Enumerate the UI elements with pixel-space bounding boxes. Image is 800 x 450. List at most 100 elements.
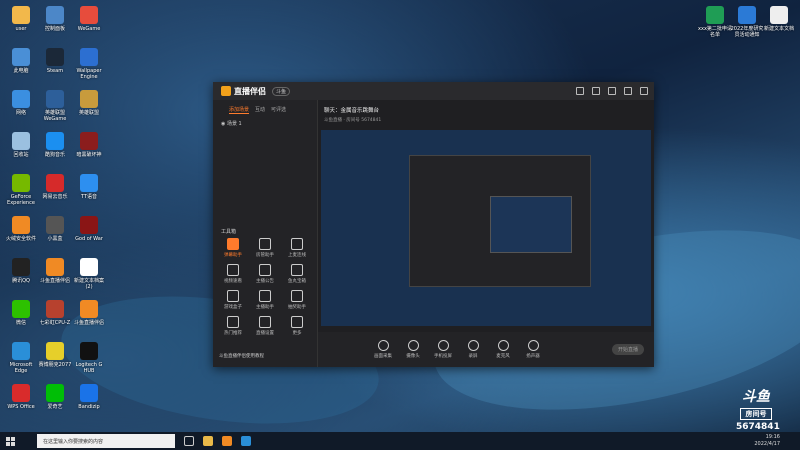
tool-icon bbox=[259, 238, 271, 250]
tutorial-link[interactable]: 斗鱼直播伴侣使用教程 bbox=[219, 353, 264, 359]
app-icon bbox=[80, 48, 98, 66]
desktop-icon[interactable]: Bandizip bbox=[72, 384, 106, 410]
desktop-icon[interactable]: 爱奇艺 bbox=[38, 384, 72, 410]
source-button[interactable]: 摄像头 bbox=[398, 340, 428, 359]
desktop-icon[interactable]: 英雄联盟WeGame bbox=[38, 90, 72, 122]
desktop-icon-label: 爱奇艺 bbox=[47, 404, 63, 410]
source-label: 摄像头 bbox=[406, 354, 420, 359]
desktop-icon[interactable]: WPS Office bbox=[4, 384, 38, 410]
tool-label: 抽奖助手 bbox=[288, 305, 306, 310]
close-icon[interactable] bbox=[640, 87, 648, 95]
desktop-icon-label: 英雄联盟WeGame bbox=[43, 110, 67, 122]
eye-icon[interactable]: ◉ bbox=[221, 121, 225, 127]
desktop-icon[interactable]: Logitech G HUB bbox=[72, 342, 106, 374]
desktop-icon[interactable]: 网络 bbox=[4, 90, 38, 116]
desktop-icon[interactable]: 此电脑 bbox=[4, 48, 38, 74]
desktop-icon[interactable]: 斗鱼直播伴侣 bbox=[72, 300, 106, 326]
desktop-file-icon[interactable]: 新建文本文档 bbox=[762, 6, 796, 32]
tool-icon bbox=[227, 238, 239, 250]
desktop-icon[interactable]: user bbox=[4, 6, 38, 32]
app-taskbar-icon[interactable] bbox=[241, 436, 251, 446]
desktop-icon[interactable]: 控制面板 bbox=[38, 6, 72, 32]
title-bar[interactable]: 直播伴侣 斗鱼 bbox=[213, 82, 654, 100]
desktop-icon[interactable]: WeGame bbox=[72, 6, 106, 32]
desktop-icon[interactable]: 斗鱼直播伴侣 bbox=[38, 258, 72, 284]
desktop-icon[interactable]: 七彩虹CPU-Z bbox=[38, 300, 72, 326]
desktop-icon[interactable]: 新建文本档案(2) bbox=[72, 258, 106, 290]
settings-icon[interactable] bbox=[576, 87, 584, 95]
desktop-icon-label: 火绒安全软件 bbox=[5, 236, 36, 242]
desktop-file-icon[interactable]: 2022年度研究员活动通知 bbox=[730, 6, 764, 38]
tool-label: 直播设置 bbox=[256, 331, 274, 336]
stream-preview[interactable] bbox=[321, 130, 651, 326]
desktop-icon[interactable]: Steam bbox=[38, 48, 72, 74]
skin-icon[interactable] bbox=[592, 87, 600, 95]
live-companion-taskbar-icon[interactable] bbox=[222, 436, 232, 446]
desktop-icon[interactable]: 赛博朋克2077 bbox=[38, 342, 72, 368]
tab-scenes[interactable]: 添加场景 bbox=[229, 106, 250, 114]
tool-item[interactable]: 直播设置 bbox=[249, 316, 281, 336]
tool-item[interactable]: 上麦连线 bbox=[281, 238, 313, 258]
room-title[interactable]: 聊天：金属音乐跳舞台 bbox=[324, 106, 379, 114]
desktop-icon[interactable]: 英雄联盟 bbox=[72, 90, 106, 116]
file-explorer-icon[interactable] bbox=[203, 436, 213, 446]
live-companion-window[interactable]: 直播伴侣 斗鱼 添加场景 互动 可评选 ◉ 场景 1 工具箱 弹幕助手 房管助手 上… bbox=[213, 82, 654, 367]
tool-item[interactable]: 主播公告 bbox=[249, 264, 281, 284]
app-icon bbox=[12, 258, 30, 276]
tool-item[interactable]: 弹幕助手 bbox=[217, 238, 249, 258]
desktop-icon-label: TT语音 bbox=[80, 194, 98, 200]
app-icon bbox=[12, 6, 30, 24]
tool-label: 更多 bbox=[292, 331, 302, 336]
source-button[interactable]: 扬声器 bbox=[518, 340, 548, 359]
source-button[interactable]: 画面采集 bbox=[368, 340, 398, 359]
tool-label: 视频速看 bbox=[224, 279, 242, 284]
scene-item[interactable]: ◉ 场景 1 bbox=[213, 114, 317, 127]
desktop-icon[interactable]: Wallpaper Engine bbox=[72, 48, 106, 80]
source-label: 扬声器 bbox=[526, 354, 540, 359]
system-clock[interactable]: 19:16 2022/4/17 bbox=[754, 434, 780, 448]
tool-item[interactable]: 抽奖助手 bbox=[281, 290, 313, 310]
desktop-icon[interactable]: 火绒安全软件 bbox=[4, 216, 38, 242]
tool-item[interactable]: 主播助手 bbox=[249, 290, 281, 310]
tab-vote[interactable]: 可评选 bbox=[271, 106, 286, 114]
app-icon bbox=[46, 216, 64, 234]
desktop-icon[interactable]: Microsoft Edge bbox=[4, 342, 38, 374]
desktop-icon[interactable]: God of War bbox=[72, 216, 106, 242]
desktop-icon-label: WeGame bbox=[77, 26, 101, 32]
desktop-icon-label: 酷狗音乐 bbox=[44, 152, 65, 158]
tool-label: 主播公告 bbox=[256, 279, 274, 284]
source-button[interactable]: 麦克风 bbox=[488, 340, 518, 359]
task-view-icon[interactable] bbox=[184, 436, 194, 446]
taskbar-search-input[interactable]: 在这里输入你要搜索的内容 bbox=[37, 434, 175, 448]
tool-item[interactable]: 游戏盒子 bbox=[217, 290, 249, 310]
desktop-icon[interactable]: 腾讯QQ bbox=[4, 258, 38, 284]
desktop-icon[interactable]: 酷狗音乐 bbox=[38, 132, 72, 158]
source-button[interactable]: 录屏 bbox=[458, 340, 488, 359]
tool-item[interactable]: 鱼丸宝箱 bbox=[281, 264, 313, 284]
minimize-icon[interactable] bbox=[608, 87, 616, 95]
desktop-icon[interactable]: 网易云音乐 bbox=[38, 174, 72, 200]
desktop-icon[interactable]: TT语音 bbox=[72, 174, 106, 200]
maximize-icon[interactable] bbox=[624, 87, 632, 95]
app-icon bbox=[12, 48, 30, 66]
tool-item[interactable]: 热门推荐 bbox=[217, 316, 249, 336]
watermark-room: 5674841 bbox=[736, 422, 780, 432]
tool-item[interactable]: 房管助手 bbox=[249, 238, 281, 258]
desktop-icon[interactable]: 微信 bbox=[4, 300, 38, 326]
desktop-icon[interactable]: 暗黑破坏神 bbox=[72, 132, 106, 158]
tool-label: 游戏盒子 bbox=[224, 305, 242, 310]
tool-item[interactable]: 视频速看 bbox=[217, 264, 249, 284]
windows-start-icon[interactable] bbox=[6, 436, 15, 446]
desktop-icon[interactable]: 小黑盒 bbox=[38, 216, 72, 242]
desktop-icon[interactable]: GeForce Experience bbox=[4, 174, 38, 206]
tab-interact[interactable]: 互动 bbox=[255, 106, 265, 114]
tool-item[interactable]: 更多 bbox=[281, 316, 313, 336]
desktop-file-icon[interactable]: xxx第二批申请名单 bbox=[698, 6, 732, 38]
app-icon bbox=[46, 132, 64, 150]
start-live-button[interactable]: 开始直播 bbox=[611, 344, 644, 355]
room-meta: 斗鱼直播 · 房间号 5674841 bbox=[324, 118, 382, 123]
taskbar: 在这里输入你要搜索的内容 19:16 2022/4/17 bbox=[0, 432, 800, 450]
desktop-icon[interactable]: 回收站 bbox=[4, 132, 38, 158]
sidebar: 添加场景 互动 可评选 ◉ 场景 1 工具箱 弹幕助手 房管助手 上麦连线 视频速看主… bbox=[213, 100, 318, 367]
source-button[interactable]: 手机投屏 bbox=[428, 340, 458, 359]
